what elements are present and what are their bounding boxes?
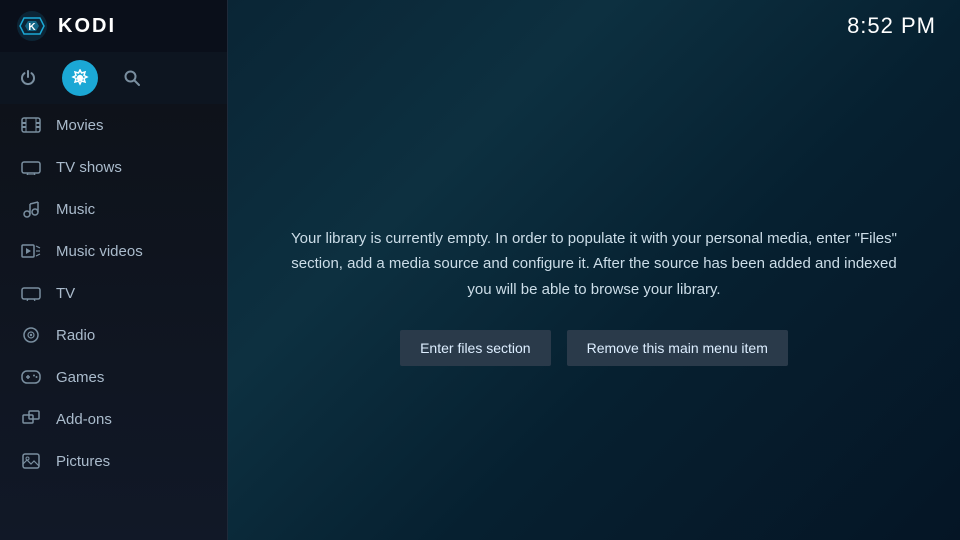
movies-label: Movies (56, 117, 104, 134)
tvshows-icon (20, 156, 42, 178)
sidebar-item-tv[interactable]: TV (0, 272, 227, 314)
sidebar-header: K KODI (0, 0, 227, 52)
sidebar-item-addons[interactable]: Add-ons (0, 398, 227, 440)
app-title: KODI (58, 15, 116, 38)
remove-menu-item-button[interactable]: Remove this main menu item (567, 330, 788, 366)
sidebar: K KODI Mov (0, 0, 228, 540)
radio-label: Radio (56, 327, 95, 344)
tv-icon (20, 282, 42, 304)
enter-files-button[interactable]: Enter files section (400, 330, 551, 366)
addons-label: Add-ons (56, 411, 112, 428)
search-button[interactable] (114, 60, 150, 96)
sidebar-item-games[interactable]: Games (0, 356, 227, 398)
library-card: Your library is currently empty. In orde… (288, 226, 900, 367)
movies-icon (20, 114, 42, 136)
musicvideos-icon (20, 240, 42, 262)
sidebar-item-musicvideos[interactable]: Music videos (0, 230, 227, 272)
settings-icon (71, 69, 89, 87)
top-bar: 8:52 PM (228, 0, 960, 52)
sidebar-item-radio[interactable]: Radio (0, 314, 227, 356)
sidebar-item-movies[interactable]: Movies (0, 104, 227, 146)
library-message: Your library is currently empty. In orde… (288, 226, 900, 303)
sidebar-item-music[interactable]: Music (0, 188, 227, 230)
main-content: 8:52 PM Your library is currently empty.… (228, 0, 960, 540)
content-area: Your library is currently empty. In orde… (228, 52, 960, 540)
sidebar-item-pictures[interactable]: Pictures (0, 440, 227, 482)
radio-icon (20, 324, 42, 346)
musicvideos-label: Music videos (56, 243, 143, 260)
games-label: Games (56, 369, 104, 386)
sidebar-nav: Movies TV shows Music Music videos TV (0, 104, 227, 540)
clock-display: 8:52 PM (847, 13, 936, 39)
settings-button[interactable] (62, 60, 98, 96)
power-icon (19, 69, 37, 87)
tv-label: TV (56, 285, 75, 302)
pictures-icon (20, 450, 42, 472)
music-icon (20, 198, 42, 220)
music-label: Music (56, 201, 95, 218)
games-icon (20, 366, 42, 388)
sidebar-item-tvshows[interactable]: TV shows (0, 146, 227, 188)
svg-text:K: K (28, 22, 36, 33)
power-button[interactable] (10, 60, 46, 96)
sidebar-icons-bar (0, 52, 227, 104)
pictures-label: Pictures (56, 453, 110, 470)
addons-icon (20, 408, 42, 430)
tvshows-label: TV shows (56, 159, 122, 176)
action-buttons: Enter files section Remove this main men… (288, 330, 900, 366)
search-icon (123, 69, 141, 87)
kodi-logo-icon: K (16, 10, 48, 42)
